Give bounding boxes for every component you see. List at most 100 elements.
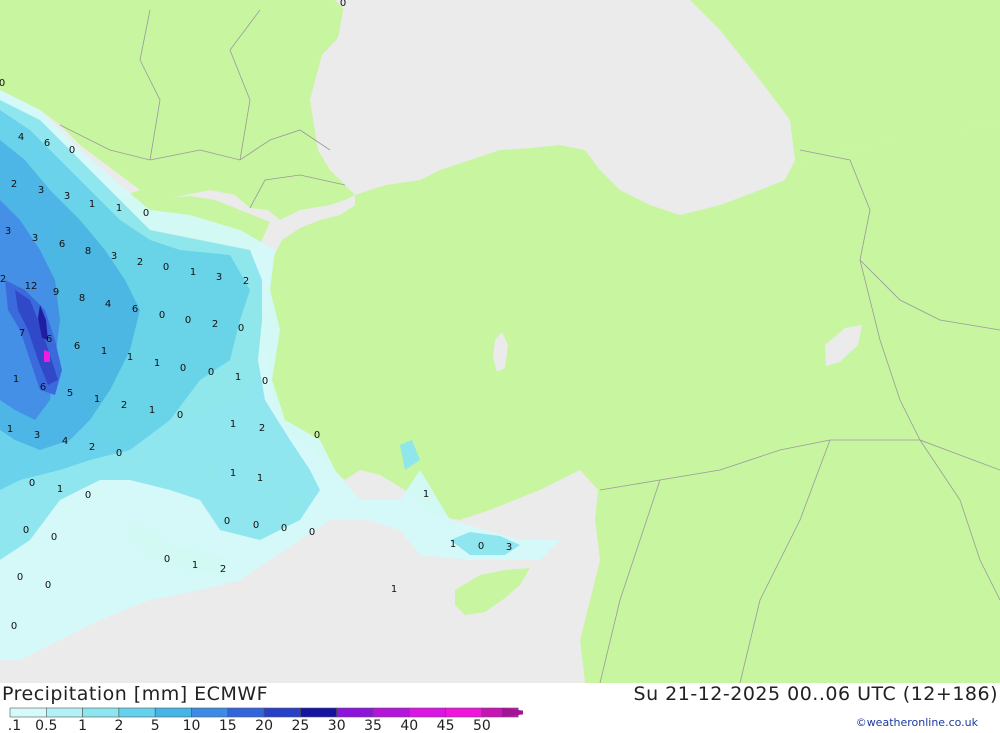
scale-swatch [45, 707, 83, 718]
scale-label: 10 [183, 718, 201, 733]
precip-value: 1 [116, 203, 122, 214]
precip-value: 0 [51, 532, 57, 543]
precip-value: 0 [143, 208, 149, 219]
scale-swatch [300, 707, 337, 718]
precip-value: 6 [132, 304, 138, 315]
precip-value: 1 [101, 346, 107, 357]
precip-value: 3 [506, 542, 512, 553]
precip-value: 6 [44, 138, 50, 149]
precip-value: 1 [13, 374, 19, 385]
precip-value: 6 [40, 382, 46, 393]
precip-value: 1 [235, 372, 241, 383]
precip-value: 4 [62, 436, 68, 447]
precip-value: 1 [257, 473, 263, 484]
scale-label: 50 [473, 718, 491, 733]
precip-value: 0 [340, 0, 346, 9]
precip-value: 0 [17, 572, 23, 583]
precip-value: 0 [29, 478, 35, 489]
scale-swatch [118, 707, 156, 718]
scale-label: 0.1 [8, 718, 21, 733]
precip-value: 1 [7, 424, 13, 435]
precip-value: 0 [45, 580, 51, 591]
valid-time: Su 21-12-2025 00..06 UTC (12+186) [633, 683, 998, 705]
credit-link[interactable]: ©weatheronline.co.uk [856, 716, 978, 729]
precip-value: 1 [391, 584, 397, 595]
scale-label: 1 [78, 718, 87, 733]
precip-value: 3 [34, 430, 40, 441]
precip-value: 4 [105, 299, 111, 310]
scale-swatch [445, 707, 483, 718]
scale-label: 20 [255, 718, 273, 733]
precip-value: 0 [69, 145, 75, 156]
precip-value: 0 [159, 310, 165, 321]
scale-label: 25 [291, 718, 309, 733]
precip-value: 1 [450, 539, 456, 550]
scale-swatch [408, 707, 446, 718]
precip-value: 1 [230, 468, 236, 479]
precip-value: 0 [177, 410, 183, 421]
scale-swatch [191, 707, 229, 718]
precip-value: 1 [423, 489, 429, 500]
scale-swatch [263, 707, 301, 718]
scale-label: 40 [400, 718, 418, 733]
product-title: Precipitation [mm] ECMWF [2, 683, 269, 705]
precip-value: 0 [163, 262, 169, 273]
precip-value: 0 [11, 621, 17, 632]
precip-value: 2 [212, 319, 218, 330]
precip-value: 1 [57, 484, 63, 495]
precip-value: 8 [85, 246, 91, 257]
precip-value: 0 [253, 520, 259, 531]
precip-value: 1 [127, 352, 133, 363]
precip-value: 0 [208, 367, 214, 378]
precip-value: 1 [190, 267, 196, 278]
precip-value: 0 [224, 516, 230, 527]
precip-value: 0 [478, 541, 484, 552]
precip-value: 2 [121, 400, 127, 411]
precip-value: 1 [192, 560, 198, 571]
scale-swatch [336, 707, 374, 718]
precip-value: 1 [154, 358, 160, 369]
scale-label: 5 [151, 718, 160, 733]
scale-label: 0.5 [35, 718, 57, 733]
scale-arrow [502, 708, 523, 717]
precip-value: 3 [38, 185, 44, 196]
precip-value: 3 [111, 251, 117, 262]
precip-value: 2 [259, 423, 265, 434]
color-scale: 0.10.5125101520253035404550 [8, 707, 523, 733]
scale-label: 45 [437, 718, 455, 733]
precip-value: 3 [216, 272, 222, 283]
precip-value: 0 [116, 448, 122, 459]
precip-value: 1 [230, 419, 236, 430]
precip-value: 12 [25, 281, 38, 292]
precip-value: 0 [0, 78, 5, 89]
scale-swatch [227, 707, 265, 718]
precip-value: 1 [94, 394, 100, 405]
precip-value: 2 [0, 274, 6, 285]
precip-value: 2 [137, 257, 143, 268]
precip-value: 2 [243, 276, 249, 287]
precip-value: 0 [314, 430, 320, 441]
precip-value: 3 [5, 226, 11, 237]
precip-value: 2 [89, 442, 95, 453]
precip-value: 5 [67, 388, 73, 399]
precip-value: 0 [262, 376, 268, 387]
scale-swatch [372, 707, 410, 718]
scale-label: 30 [328, 718, 346, 733]
precip-value: 0 [185, 315, 191, 326]
scale-swatch [82, 707, 120, 718]
precip-value: 0 [85, 490, 91, 501]
precip-value: 0 [238, 323, 244, 334]
scale-swatch [154, 707, 192, 718]
precip-value: 3 [64, 191, 70, 202]
precip-value: 6 [59, 239, 65, 250]
precip-value: 6 [46, 334, 52, 345]
precip-value: 1 [149, 405, 155, 416]
precip-value: 8 [79, 293, 85, 304]
precip-value: 2 [11, 179, 17, 190]
precip-value: 0 [164, 554, 170, 565]
precip-value: 0 [309, 527, 315, 538]
scale-label: 35 [364, 718, 382, 733]
footer-bar: Precipitation [mm] ECMWF Su 21-12-2025 0… [0, 683, 1000, 733]
precip-value: 0 [23, 525, 29, 536]
precip-value: 7 [19, 328, 25, 339]
